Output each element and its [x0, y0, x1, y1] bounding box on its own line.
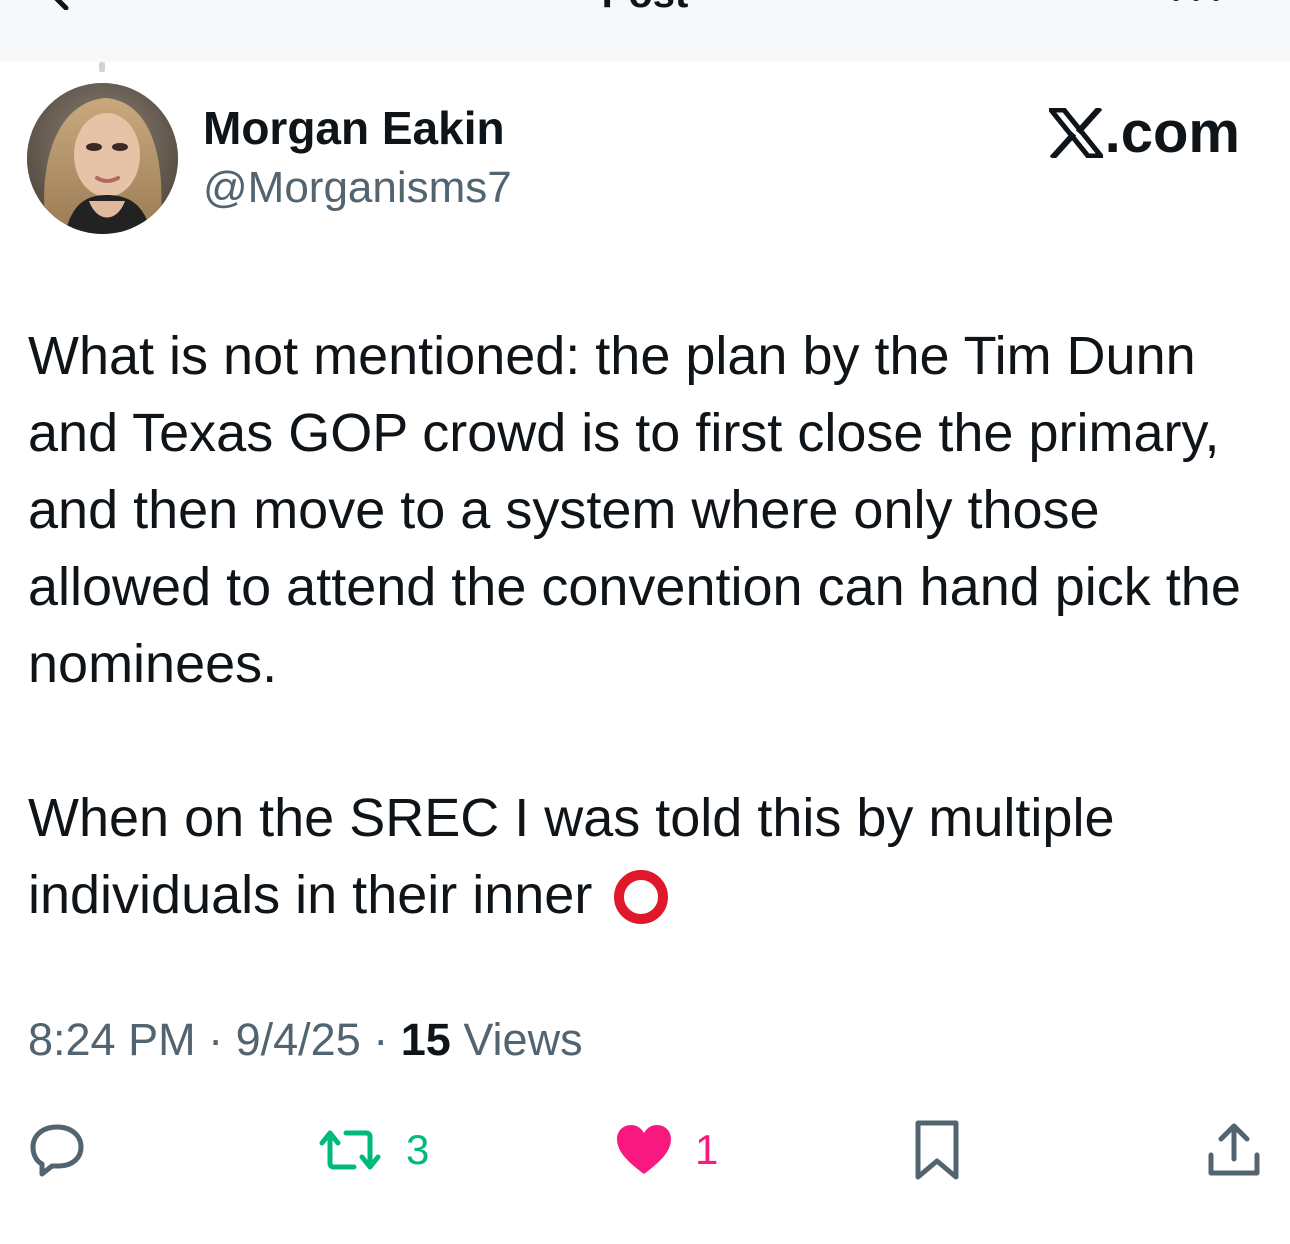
share-icon — [1208, 1123, 1260, 1176]
views-label[interactable]: Views — [463, 1014, 582, 1065]
action-bar: 3 1 — [0, 1115, 1290, 1185]
heart-icon — [617, 1125, 671, 1174]
avatar[interactable] — [27, 83, 178, 234]
meta-separator: · — [373, 1014, 389, 1065]
post-paragraph: What is not mentioned: the plan by the T… — [28, 326, 1241, 694]
share-button[interactable] — [1205, 1115, 1263, 1185]
x-logo-icon — [1048, 108, 1103, 158]
reply-icon — [30, 1124, 84, 1177]
post-time: 8:24 PM — [28, 1014, 196, 1065]
author-handle[interactable]: @Morganisms7 — [203, 160, 512, 216]
like-button[interactable]: 1 — [615, 1115, 718, 1185]
post-paragraph-2-text: When on the SREC I was told this by mult… — [28, 788, 1115, 925]
reply-button[interactable] — [28, 1115, 86, 1185]
author-display-name[interactable]: Morgan Eakin — [203, 100, 505, 156]
more-icon[interactable] — [1166, 0, 1226, 6]
top-nav-bar: Post — [0, 0, 1290, 62]
post-paragraph-2: When on the SREC I was told this by mult… — [28, 780, 1268, 934]
x-com-brand: .com — [1048, 100, 1240, 166]
avatar-photo — [27, 83, 178, 234]
views-count[interactable]: 15 — [401, 1014, 451, 1065]
post-page: Post — [0, 0, 1290, 1244]
repost-count[interactable]: 3 — [406, 1129, 429, 1171]
repost-icon — [319, 1130, 381, 1170]
bookmark-button[interactable] — [912, 1115, 962, 1185]
bookmark-icon — [915, 1120, 959, 1180]
like-count[interactable]: 1 — [695, 1129, 718, 1171]
repost-button[interactable]: 3 — [316, 1115, 429, 1185]
post-text: What is not mentioned: the plan by the T… — [28, 318, 1268, 934]
hollow-red-circle-emoji — [614, 870, 669, 924]
scroll-indicator — [99, 62, 105, 72]
nav-title: Post — [0, 0, 1290, 14]
post-meta: 8:24 PM · 9/4/25 · 15 Views — [28, 1012, 583, 1068]
post-date: 9/4/25 — [235, 1014, 361, 1065]
brand-text: .com — [1104, 100, 1240, 165]
meta-separator: · — [208, 1014, 224, 1065]
